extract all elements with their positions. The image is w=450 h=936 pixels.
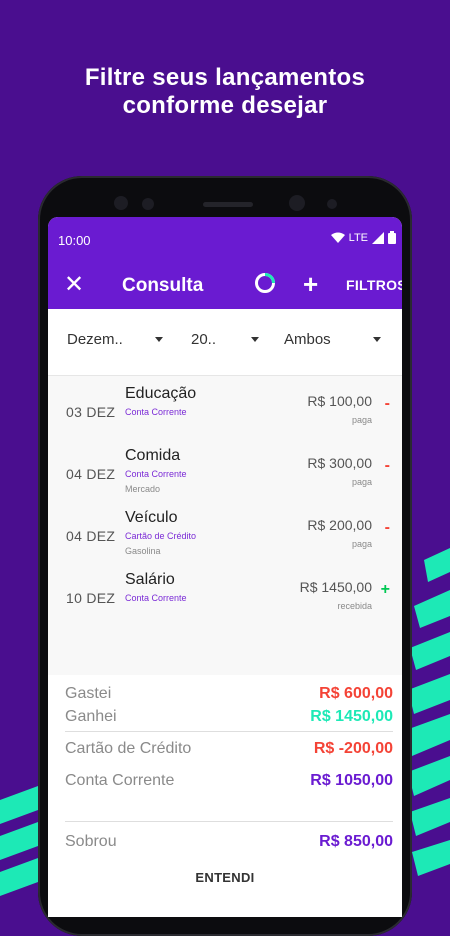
entries-list: 03 DEZ Educação Conta Corrente R$ 100,00… xyxy=(48,376,402,676)
phone-sensor xyxy=(114,196,128,210)
entry-date: 04 DEZ xyxy=(66,466,116,482)
headline-line-1: Filtre seus lançamentos xyxy=(84,64,366,91)
list-item[interactable]: 04 DEZ Comida Conta Corrente Mercado R$ … xyxy=(48,443,402,505)
app-screen: 10:00 LTE ✕ Consulta + FILTROS Dezem.. 2… xyxy=(48,217,402,917)
entry-amount: R$ 200,00 xyxy=(307,517,372,533)
entry-status: paga xyxy=(351,539,372,549)
type-value: Ambos xyxy=(284,331,331,348)
status-bar: 10:00 LTE xyxy=(48,217,402,263)
entry-name: Salário xyxy=(125,571,175,588)
type-dropdown[interactable]: Ambos xyxy=(284,331,384,348)
filters-button[interactable]: FILTROS xyxy=(346,277,402,293)
chevron-down-icon xyxy=(155,337,163,342)
entry-date: 10 DEZ xyxy=(66,590,116,606)
entry-account: Cartão de Crédito xyxy=(125,531,197,541)
checking-value: R$ 1050,00 xyxy=(310,772,393,789)
network-label: LTE xyxy=(348,231,368,244)
entry-account: Conta Corrente xyxy=(125,593,187,603)
spent-value: R$ 600,00 xyxy=(319,685,393,702)
list-item[interactable]: 03 DEZ Educação Conta Corrente R$ 100,00… xyxy=(48,381,402,443)
filter-bar: Dezem.. 20.. Ambos xyxy=(48,309,402,376)
credit-card-value: R$ -200,00 xyxy=(313,740,393,757)
summary-panel: Gastei R$ 600,00 Ganhei R$ 1450,00 Cartã… xyxy=(48,675,402,917)
entry-sign: - xyxy=(384,395,390,412)
entry-name: Educação xyxy=(125,385,197,402)
entry-subcategory: Mercado xyxy=(125,484,161,494)
page-title: Consulta xyxy=(122,275,204,296)
headline-line-2: conforme desejar xyxy=(122,92,328,119)
entry-amount: R$ 300,00 xyxy=(307,455,372,471)
month-value: Dezem.. xyxy=(67,331,123,348)
divider xyxy=(65,821,393,822)
checking-label: Conta Corrente xyxy=(65,772,175,789)
add-icon[interactable]: + xyxy=(303,269,318,300)
entry-account: Conta Corrente xyxy=(125,469,187,479)
remaining-label: Sobrou xyxy=(65,833,117,850)
entry-name: Veículo xyxy=(125,509,178,526)
entry-sign: + xyxy=(380,581,390,598)
year-dropdown[interactable]: 20.. xyxy=(191,331,259,348)
entry-status: recebida xyxy=(337,601,372,611)
credit-card-label: Cartão de Crédito xyxy=(65,740,192,757)
summary-checking: Conta Corrente R$ 1050,00 xyxy=(65,772,393,790)
summary-spent: Gastei R$ 600,00 xyxy=(65,685,393,703)
year-value: 20.. xyxy=(191,331,217,348)
summary-remaining: Sobrou R$ 850,00 xyxy=(65,833,393,851)
summary-credit-card: Cartão de Crédito R$ -200,00 xyxy=(65,740,393,758)
entry-status: paga xyxy=(351,415,372,425)
app-bar: ✕ Consulta + FILTROS xyxy=(48,263,402,309)
balance-ring-icon[interactable] xyxy=(254,272,276,294)
entry-sign: - xyxy=(384,519,390,536)
spent-label: Gastei xyxy=(65,685,112,702)
entry-subcategory: Gasolina xyxy=(125,546,161,556)
entry-date: 03 DEZ xyxy=(66,404,116,420)
divider xyxy=(65,731,393,732)
promo-headline: Filtre seus lançamentos conforme desejar xyxy=(0,64,450,120)
chevron-down-icon xyxy=(373,337,381,342)
close-icon[interactable]: ✕ xyxy=(64,273,84,297)
wifi-icon xyxy=(330,232,345,243)
earned-value: R$ 1450,00 xyxy=(310,708,393,725)
entry-date: 04 DEZ xyxy=(66,528,116,544)
entry-amount: R$ 100,00 xyxy=(307,393,372,409)
status-time: 10:00 xyxy=(58,233,91,248)
entry-account: Conta Corrente xyxy=(125,407,187,417)
entry-sign: - xyxy=(384,457,390,474)
month-dropdown[interactable]: Dezem.. xyxy=(67,331,163,348)
signal-icon xyxy=(372,231,384,244)
entry-status: paga xyxy=(351,477,372,487)
earned-label: Ganhei xyxy=(65,708,117,725)
status-icons: LTE xyxy=(330,231,396,244)
list-item[interactable]: 04 DEZ Veículo Cartão de Crédito Gasolin… xyxy=(48,505,402,567)
entry-amount: R$ 1450,00 xyxy=(299,579,372,595)
list-item[interactable]: 10 DEZ Salário Conta Corrente R$ 1450,00… xyxy=(48,567,402,629)
phone-speaker xyxy=(203,202,253,207)
phone-sensor-3 xyxy=(327,199,337,209)
battery-icon xyxy=(388,231,396,244)
entry-name: Comida xyxy=(125,447,181,464)
chevron-down-icon xyxy=(251,337,259,342)
understood-button[interactable]: ENTENDI xyxy=(48,870,402,885)
phone-sensor-2 xyxy=(142,198,154,210)
remaining-value: R$ 850,00 xyxy=(319,833,393,850)
phone-camera xyxy=(289,195,305,211)
summary-earned: Ganhei R$ 1450,00 xyxy=(65,708,393,726)
